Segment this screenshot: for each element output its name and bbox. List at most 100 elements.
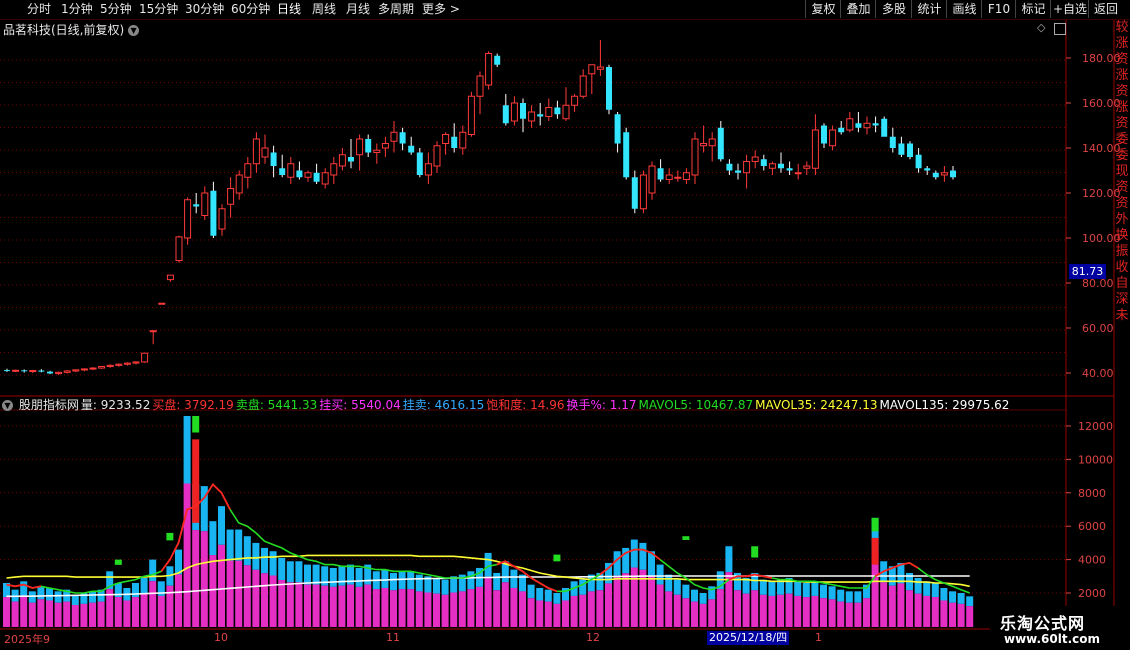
volume-bar-lower	[46, 600, 53, 627]
toolbar-button-3[interactable]: 统计	[911, 0, 947, 18]
volume-axis: 12000 10000 8000 6000 4000 2000	[1066, 420, 1113, 600]
volume-bar-upper	[527, 584, 535, 599]
volume-bar-upper	[54, 591, 62, 603]
side-info-char: 振	[1115, 244, 1129, 259]
candle-body	[416, 152, 423, 175]
diamond-icon[interactable]: ◇	[1037, 21, 1045, 34]
volume-bar-lower	[286, 582, 294, 627]
volume-bar-lower	[716, 589, 724, 627]
volume-bar-lower	[880, 582, 888, 627]
candle-body	[330, 163, 338, 176]
indicator-item: 量: 9233.52	[80, 398, 151, 412]
candle-body	[545, 107, 553, 117]
period-tab-7[interactable]: 周线	[312, 2, 336, 17]
period-tab-4[interactable]: 30分钟	[185, 2, 224, 17]
candle-body	[390, 131, 398, 142]
candle-body	[63, 370, 71, 373]
volume-bar-lower	[863, 598, 870, 627]
period-tab-6[interactable]: 日线	[277, 2, 301, 17]
candle-body	[872, 123, 879, 126]
dropdown-circle-icon[interactable]: ▼	[128, 25, 140, 36]
side-info-char: 资	[1115, 84, 1129, 99]
candle-body	[768, 163, 776, 169]
candle-body	[502, 105, 509, 124]
candle-body	[596, 66, 604, 70]
toolbar-button-1[interactable]: 叠加	[840, 0, 876, 18]
volume-bar-lower	[691, 601, 698, 627]
indicator-dropdown-icon[interactable]: ▼	[2, 400, 13, 411]
period-tab-0[interactable]: 分时	[27, 2, 51, 17]
period-tab-3[interactable]: 15分钟	[139, 2, 178, 17]
volume-bar-upper	[966, 596, 974, 607]
volume-bar-upper	[46, 587, 53, 601]
date-label: 11	[386, 631, 400, 644]
volume-bar-lower	[613, 575, 621, 627]
toolbar-button-5[interactable]: F10	[981, 0, 1016, 18]
candle-body	[442, 134, 450, 144]
period-tab-2[interactable]: 5分钟	[100, 2, 132, 17]
volume-bar-lower	[536, 600, 544, 627]
volume-bar-upper	[820, 584, 827, 599]
candle-body	[700, 143, 708, 147]
date-label: 1	[815, 631, 822, 644]
volume-tick-label: 8000	[1078, 487, 1106, 500]
volume-bar-lower	[269, 575, 277, 627]
candle-body	[149, 330, 157, 333]
toolbar-button-2[interactable]: 多股	[875, 0, 912, 18]
volume-bar-lower	[966, 606, 974, 627]
side-info-char: 换	[1115, 228, 1129, 243]
candle-body	[528, 111, 536, 122]
volume-bar-upper	[433, 577, 440, 594]
volume-bar-upper	[261, 547, 268, 574]
volume-bar-upper	[304, 564, 311, 585]
current-price-tag: 81.73	[1069, 264, 1106, 279]
period-tab-5[interactable]: 60分钟	[231, 2, 270, 17]
toolbar-button-6[interactable]: 标记	[1015, 0, 1051, 18]
candle-body	[554, 107, 561, 115]
volume-bar-lower	[673, 594, 681, 627]
period-tab-1[interactable]: 1分钟	[61, 2, 93, 17]
volume-bar-lower	[338, 585, 346, 627]
toolbar-button-7[interactable]: +自选	[1050, 0, 1089, 18]
toolbar-button-8[interactable]: 返回	[1088, 0, 1123, 18]
candle-body	[735, 170, 741, 173]
candle-body	[588, 64, 596, 75]
cursor-date-label: 2025/12/18/四	[707, 631, 790, 645]
volume-bar-lower	[20, 595, 28, 627]
candle-body	[313, 172, 320, 182]
candle-body	[451, 136, 458, 148]
window-toggle-icon[interactable]	[1054, 23, 1066, 35]
toolbar-button-0[interactable]: 复权	[805, 0, 841, 18]
volume-bar-lower	[312, 584, 320, 627]
volume-bar-lower	[398, 589, 406, 627]
volume-bar-lower	[562, 600, 569, 627]
volume-bar-upper	[415, 574, 423, 592]
date-label: 2025年9	[4, 633, 50, 646]
more-periods-button[interactable]: 更多 >	[422, 2, 460, 17]
candle-body	[210, 190, 217, 236]
candle-body	[467, 95, 475, 135]
candle-body	[786, 168, 793, 171]
candle-body	[881, 118, 888, 137]
volume-bar-lower	[527, 598, 535, 627]
volume-bar-lower	[759, 594, 767, 627]
volume-bar-lower	[123, 600, 131, 627]
candle-body	[106, 364, 114, 367]
candle-body	[459, 131, 467, 149]
volume-bar-lower	[390, 590, 397, 627]
candle-body	[304, 172, 312, 178]
candle-body	[846, 118, 854, 131]
volume-bar-lower	[424, 592, 432, 627]
volume-bar-upper	[630, 539, 638, 568]
candle-body	[279, 168, 286, 175]
period-tab-8[interactable]: 月线	[346, 2, 370, 17]
candle-body	[950, 170, 956, 178]
candle-body	[485, 53, 493, 86]
candle-body	[244, 163, 252, 178]
candle-body	[21, 370, 28, 372]
volume-bar-upper	[759, 579, 767, 595]
volume-bar-lower	[192, 530, 200, 627]
period-tab-9[interactable]: 多周期	[378, 2, 414, 17]
volume-bar-upper	[235, 529, 243, 561]
toolbar-button-4[interactable]: 画线	[946, 0, 982, 18]
